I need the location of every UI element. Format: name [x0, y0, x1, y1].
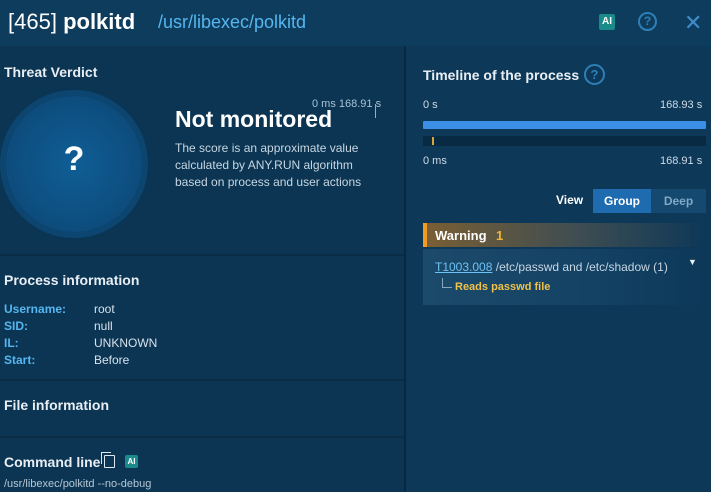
- tree-connector: [442, 278, 452, 288]
- threat-verdict-title: Threat Verdict: [4, 64, 98, 80]
- timeline-start-ms-label: 0 ms: [423, 155, 447, 167]
- timeline-bar: [423, 121, 706, 129]
- timeline-marker: [432, 137, 434, 145]
- ai-icon[interactable]: AI: [125, 455, 138, 468]
- view-label: View: [556, 193, 584, 207]
- process-name: polkitd: [63, 9, 136, 34]
- warning-header[interactable]: Warning 1: [423, 223, 706, 247]
- timeline-help-icon[interactable]: ?: [584, 64, 605, 85]
- unknown-verdict-icon: ?: [63, 140, 85, 178]
- view-group-button[interactable]: Group: [593, 189, 651, 213]
- process-pid: [465]: [8, 9, 57, 34]
- info-key: SID:: [4, 319, 28, 333]
- warning-sub-item[interactable]: Reads passwd file: [455, 281, 550, 293]
- info-value: root: [94, 302, 115, 316]
- window-title: [465] polkitd: [8, 9, 135, 35]
- view-deep-button[interactable]: Deep: [651, 189, 706, 213]
- ai-icon[interactable]: AI: [599, 14, 615, 30]
- timeline-title: Timeline of the process: [423, 67, 580, 83]
- file-info-title[interactable]: File information: [4, 397, 109, 413]
- copy-icon[interactable]: [101, 452, 115, 468]
- info-key: Username:: [4, 302, 67, 316]
- info-key: Start:: [4, 353, 36, 367]
- info-value: null: [94, 319, 113, 333]
- info-value: Before: [94, 353, 130, 367]
- caret-down-icon[interactable]: ▼: [688, 257, 697, 267]
- technique-link[interactable]: T1003.008: [435, 260, 492, 274]
- title-bar: [465] polkitd /usr/libexec/polkitd AI ? …: [0, 0, 711, 46]
- process-info-title: Process information: [4, 272, 140, 288]
- verdict-description: The score is an approximate value calcul…: [175, 141, 362, 189]
- technique-row: T1003.008 /etc/passwd and /etc/shadow (1…: [435, 260, 668, 274]
- verdict-score-circle: ?: [6, 96, 142, 232]
- help-icon[interactable]: ?: [638, 12, 657, 31]
- close-icon[interactable]: ✕: [684, 10, 702, 36]
- info-value: UNKNOWN: [94, 336, 158, 350]
- warning-count: 1: [496, 228, 504, 243]
- verdict-status: Not monitored: [175, 106, 333, 132]
- technique-description: /etc/passwd and /etc/shadow (1): [495, 260, 668, 274]
- warning-label: Warning: [435, 228, 487, 243]
- timeline-end-label: 168.93 s: [660, 99, 703, 111]
- timeline-end-ms-label: 168.91 s: [660, 155, 703, 167]
- command-line-value: /usr/libexec/polkitd --no-debug: [4, 478, 152, 490]
- verdict-time-marker: [375, 104, 376, 118]
- timeline-start-label: 0 s: [423, 99, 438, 111]
- command-line-title: Command line: [4, 454, 101, 470]
- warning-stripe: [423, 223, 427, 247]
- warning-item: T1003.008 /etc/passwd and /etc/shadow (1…: [423, 249, 706, 305]
- section-divider: [0, 436, 404, 438]
- section-divider: [0, 254, 404, 256]
- timeline-track[interactable]: [423, 136, 706, 146]
- section-divider: [0, 379, 404, 381]
- process-path: /usr/libexec/polkitd: [158, 12, 307, 32]
- info-key: IL:: [4, 336, 19, 350]
